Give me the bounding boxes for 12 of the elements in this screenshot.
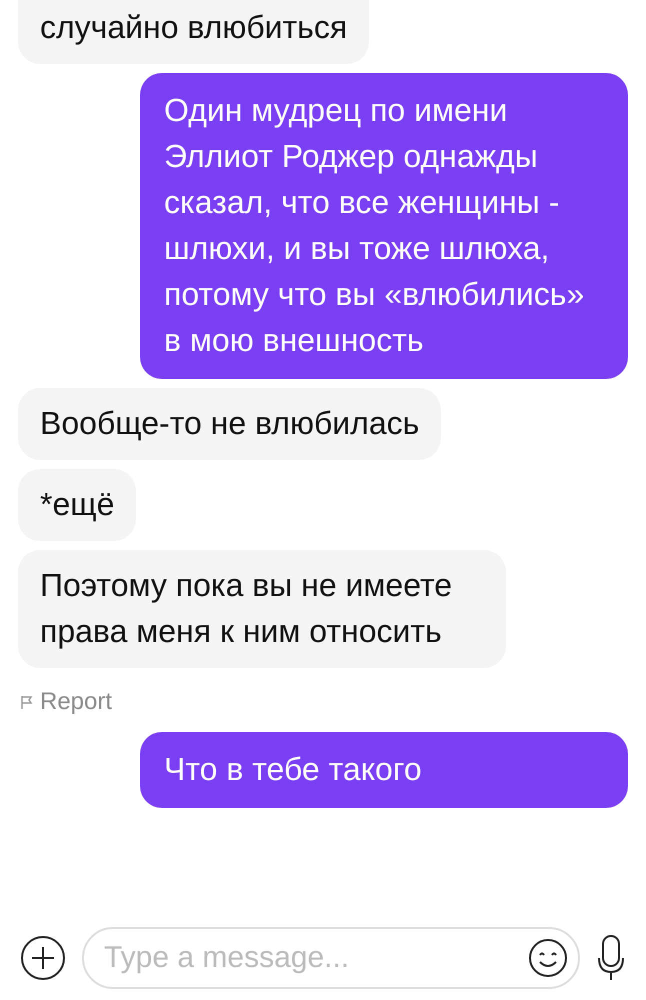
message-bubble: Вообще-то не влюбилась [18, 388, 442, 460]
message-bubble: Поэтому пока вы не имеете права меня к ним относить [18, 550, 506, 668]
message-bubble: Один мудрец по имени Эллиот Роджер однажды сказал, что все женщины - шлюхи, и вы тоже шлюха, потому что вы «влюбились» в мою внешность [140, 73, 628, 379]
message-bubble: Что в тебе такого [140, 732, 628, 808]
report-link[interactable]: Report [40, 687, 112, 717]
message-input[interactable]: Type a message... [82, 926, 580, 988]
add-icon[interactable] [20, 934, 66, 980]
microphone-icon[interactable] [596, 934, 626, 982]
message-bubble: *ещё [18, 469, 136, 541]
message-bubble: случайно влюбиться [18, 0, 370, 64]
smiley-icon[interactable] [528, 938, 568, 978]
flag-icon[interactable] [20, 695, 34, 709]
